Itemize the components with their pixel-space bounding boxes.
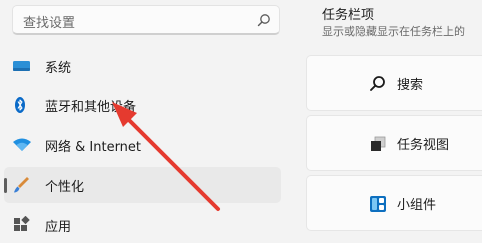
sidebar-item-label: 网络 & Internet — [45, 140, 142, 155]
card-label: 任务视图 — [397, 138, 450, 153]
search-box[interactable]: 查找设置 — [12, 5, 280, 35]
sidebar-item-system[interactable]: 系统 — [4, 48, 281, 84]
search-icon — [370, 76, 385, 91]
sidebar-item-network[interactable]: 网络 & Internet — [4, 127, 281, 163]
sidebar-item-label: 应用 — [45, 220, 72, 235]
section-title: 任务栏项 — [322, 8, 375, 23]
widgets-icon — [370, 196, 386, 212]
selection-indicator — [4, 178, 7, 193]
section-subtitle: 显示或隐藏显示在任务栏上的 — [322, 25, 465, 38]
sidebar-item-bluetooth[interactable]: 蓝牙和其他设备 — [4, 87, 281, 123]
search-icon[interactable] — [257, 13, 271, 27]
brush-icon — [14, 177, 29, 193]
apps-icon — [14, 216, 30, 231]
taskbar-item-widgets[interactable]: 小组件 — [306, 175, 482, 231]
monitor-icon — [13, 61, 30, 71]
sidebar-item-personalization[interactable]: 个性化 — [4, 167, 281, 203]
sidebar-item-label: 蓝牙和其他设备 — [45, 100, 137, 115]
sidebar-item-label: 个性化 — [45, 180, 85, 195]
card-label: 搜索 — [397, 78, 424, 93]
card-label: 小组件 — [397, 198, 437, 213]
taskbar-item-search[interactable]: 搜索 — [306, 55, 482, 111]
taskbar-items-panel: 任务栏项 显示或隐藏显示在任务栏上的 搜索 任务视图 小组件 — [300, 0, 482, 240]
settings-sidebar: 查找设置 系统 蓝牙和其他设备 网络 & Internet 个性化 应用 — [0, 0, 300, 240]
bluetooth-icon — [15, 97, 25, 113]
wifi-icon — [13, 138, 31, 151]
search-input[interactable]: 查找设置 — [23, 12, 75, 31]
taskbar-item-task-view[interactable]: 任务视图 — [306, 115, 482, 171]
sidebar-item-label: 系统 — [45, 61, 72, 76]
sidebar-item-apps[interactable]: 应用 — [4, 207, 281, 243]
task-view-icon — [371, 136, 386, 151]
